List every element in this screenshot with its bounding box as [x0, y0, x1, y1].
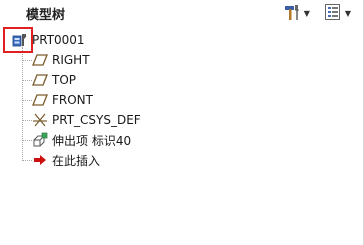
tree-item-label: PRT_CSYS_DEF — [52, 113, 141, 127]
panel-title: 模型树 — [26, 8, 66, 23]
chevron-down-icon: ▼ — [344, 8, 351, 18]
tree-connector — [22, 140, 32, 141]
tree-item-insert-here[interactable]: 在此插入 — [32, 150, 100, 170]
panel-header: 模型树 ▼ ▼ — [0, 0, 363, 26]
coordinate-system-icon — [32, 112, 48, 128]
tree-toolbar: ▼ ▼ — [281, 2, 353, 24]
selection-highlight — [3, 27, 33, 53]
datum-plane-icon — [32, 52, 48, 68]
hammer-wrench-icon — [283, 3, 301, 24]
tree-item-label: 在此插入 — [52, 153, 101, 168]
show-dropdown-button[interactable]: ▼ — [322, 2, 353, 24]
datum-plane-icon — [32, 72, 48, 88]
tree-item-label: 伸出项 标识40 — [52, 133, 132, 148]
tree-connector — [22, 160, 32, 161]
tree-filter-icon — [324, 3, 342, 24]
model-tree: PRT0001 RIGHT TOP FRONT PRT_CSYS_DEF 伸出项… — [0, 27, 363, 245]
settings-dropdown-button[interactable]: ▼ — [281, 2, 312, 24]
model-tree-panel: 模型树 ▼ ▼ PRT0001 RIGHT TOP FRONT PRT_CSYS… — [0, 0, 364, 245]
tree-item-front[interactable]: FRONT — [32, 90, 93, 110]
tree-item-label: FRONT — [52, 93, 93, 107]
tree-root-label: PRT0001 — [32, 33, 85, 47]
tree-guide-line — [22, 47, 23, 159]
insert-here-arrow-icon — [32, 152, 48, 168]
tree-connector — [22, 120, 32, 121]
tree-item-label: TOP — [52, 73, 77, 87]
chevron-down-icon: ▼ — [303, 8, 310, 18]
datum-plane-icon — [32, 92, 48, 108]
tree-connector — [22, 80, 32, 81]
tree-connector — [22, 60, 32, 61]
tree-item-right[interactable]: RIGHT — [32, 50, 90, 70]
extrude-icon — [32, 132, 48, 148]
tree-item-label: RIGHT — [52, 53, 90, 67]
tree-item-extrude[interactable]: 伸出项 标识40 — [32, 130, 131, 150]
tree-connector — [22, 100, 32, 101]
tree-item-top[interactable]: TOP — [32, 70, 76, 90]
tree-item-csys[interactable]: PRT_CSYS_DEF — [32, 110, 141, 130]
